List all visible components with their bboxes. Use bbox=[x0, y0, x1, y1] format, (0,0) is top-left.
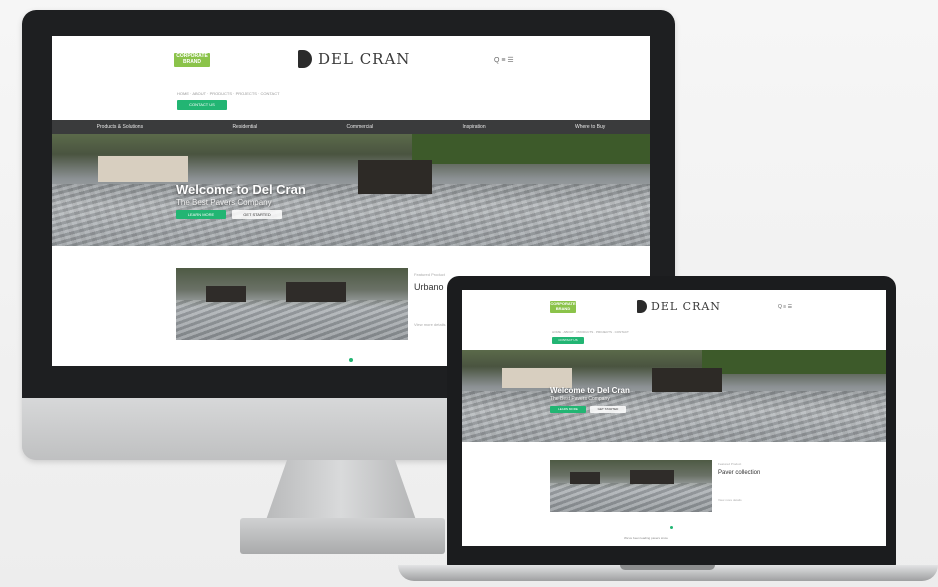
hero-pavers bbox=[462, 391, 886, 442]
contact-button[interactable]: CONTACT US bbox=[552, 337, 584, 344]
laptop-screen: CORPORATE BRAND DEL CRAN Q ≡ ☰ HOME · AB… bbox=[462, 290, 886, 546]
footer-text: We've been leading pavers since bbox=[624, 536, 668, 540]
feature-block bbox=[286, 282, 346, 302]
hero-banner: Welcome to Del Cran The Best Pavers Comp… bbox=[462, 350, 886, 442]
hero-title: Welcome to Del Cran bbox=[550, 386, 630, 395]
feature-block bbox=[570, 472, 600, 484]
badge-line2: BRAND bbox=[182, 59, 202, 65]
feature-title: Urbano bbox=[414, 282, 444, 292]
category-item[interactable]: Where to Buy bbox=[575, 124, 605, 130]
category-bar: Products & Solutions Residential Commerc… bbox=[52, 120, 650, 134]
site-header: CORPORATE BRAND DEL CRAN Q ≡ ☰ HOME · AB… bbox=[52, 36, 650, 126]
search-icon[interactable]: Q ≡ ☰ bbox=[778, 304, 792, 310]
corporate-badge[interactable]: CORPORATE BRAND bbox=[550, 301, 576, 313]
feature-kicker: Featured Product bbox=[414, 272, 445, 277]
hero-pavers bbox=[52, 184, 650, 246]
feature-pavers bbox=[176, 300, 408, 340]
corporate-badge[interactable]: CORPORATE BRAND bbox=[174, 53, 210, 67]
search-icon[interactable]: Q ≡ ☰ bbox=[494, 56, 514, 64]
hero-planter bbox=[652, 368, 722, 392]
feature-image[interactable] bbox=[550, 460, 712, 512]
hero-title: Welcome to Del Cran bbox=[176, 182, 306, 197]
feature-pavers bbox=[550, 483, 712, 512]
badge-line2: BRAND bbox=[555, 306, 571, 311]
brand-logo[interactable]: DEL CRAN bbox=[637, 300, 721, 313]
hero-hedge bbox=[702, 350, 886, 374]
slider-dot[interactable] bbox=[349, 358, 353, 362]
brand-logo[interactable]: DEL CRAN bbox=[298, 50, 410, 68]
contact-button[interactable]: CONTACT US bbox=[177, 100, 227, 110]
brand-mark-icon bbox=[298, 50, 312, 68]
laptop-notch bbox=[620, 565, 715, 570]
feature-link[interactable]: View more details bbox=[414, 322, 446, 327]
hero-planter bbox=[358, 160, 432, 194]
main-nav[interactable]: HOME · ABOUT · PRODUCTS · PROJECTS · CON… bbox=[177, 91, 477, 96]
hero-lounger bbox=[502, 368, 572, 388]
category-item[interactable]: Residential bbox=[232, 124, 257, 130]
hero-learn-more-button[interactable]: LEARN MORE bbox=[176, 210, 226, 219]
feature-title: Paver collection bbox=[718, 470, 761, 476]
hero-get-started-button[interactable]: GET STARTED bbox=[232, 210, 282, 219]
hero-subtitle: The Best Pavers Company bbox=[176, 198, 272, 207]
site-header: CORPORATE BRAND DEL CRAN Q ≡ ☰ HOME · AB… bbox=[462, 290, 886, 352]
hero-hedge bbox=[412, 134, 650, 164]
feature-link[interactable]: View more details bbox=[718, 498, 742, 502]
main-nav[interactable]: HOME · ABOUT · PRODUCTS · PROJECTS · CON… bbox=[552, 330, 772, 334]
brand-name: DEL CRAN bbox=[651, 300, 721, 313]
monitor-stand-base bbox=[240, 518, 445, 554]
category-item[interactable]: Inspiration bbox=[463, 124, 486, 130]
category-item[interactable]: Products & Solutions bbox=[97, 124, 143, 130]
hero-banner: Welcome to Del Cran The Best Pavers Comp… bbox=[52, 134, 650, 246]
hero-subtitle: The Best Pavers Company bbox=[550, 396, 610, 402]
feature-kicker: Featured Product bbox=[718, 462, 742, 466]
feature-image[interactable] bbox=[176, 268, 408, 340]
brand-mark-icon bbox=[637, 300, 647, 313]
feature-block bbox=[630, 470, 674, 484]
hero-get-started-button[interactable]: GET STARTED bbox=[590, 406, 626, 413]
brand-name: DEL CRAN bbox=[318, 50, 411, 68]
slider-dot[interactable] bbox=[670, 526, 673, 529]
hero-lounger bbox=[98, 156, 188, 182]
hero-learn-more-button[interactable]: LEARN MORE bbox=[550, 406, 586, 413]
monitor-stand-neck bbox=[266, 460, 416, 520]
feature-block bbox=[206, 286, 246, 302]
category-item[interactable]: Commercial bbox=[347, 124, 374, 130]
